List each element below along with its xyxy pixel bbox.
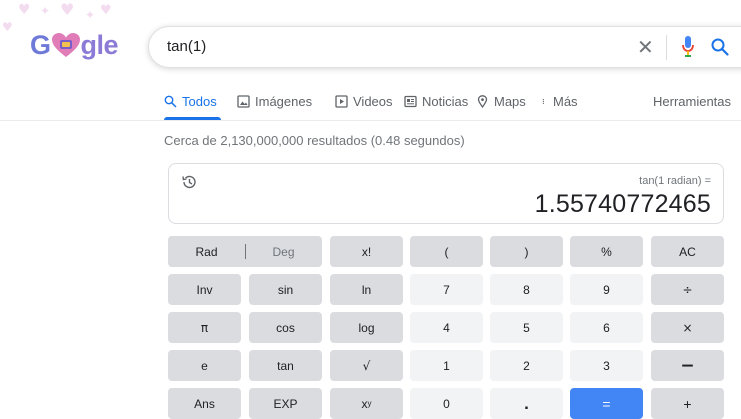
tab-imagenes[interactable]: Imágenes <box>237 94 312 109</box>
tab-mas[interactable]: Más <box>542 94 578 109</box>
five-key[interactable]: 5 <box>490 312 563 343</box>
divide-key[interactable]: ÷ <box>651 274 724 305</box>
power-exponent: y <box>367 399 372 408</box>
answer-key[interactable]: Ans <box>168 388 241 419</box>
right-paren-key[interactable]: ) <box>490 236 563 267</box>
cos-key[interactable]: cos <box>249 312 322 343</box>
tab-label: Más <box>553 94 578 109</box>
microphone-icon[interactable] <box>682 36 694 58</box>
search-icon[interactable] <box>710 37 730 57</box>
tools-button[interactable]: Herramientas <box>653 94 731 109</box>
minus-key[interactable]: − <box>651 350 724 381</box>
four-key[interactable]: 4 <box>410 312 483 343</box>
tab-noticias[interactable]: Noticias <box>404 94 468 109</box>
factorial-key[interactable]: x! <box>330 236 403 267</box>
log-key[interactable]: log <box>330 312 403 343</box>
location-pin-icon <box>477 95 488 108</box>
news-icon <box>404 95 417 108</box>
sqrt-key[interactable]: √ <box>330 350 403 381</box>
result-stats: Cerca de 2,130,000,000 resultados (0.48 … <box>164 133 465 148</box>
three-key[interactable]: 3 <box>570 350 643 381</box>
inverse-key[interactable]: Inv <box>168 274 241 305</box>
heart-decoration-icon: ♥ <box>2 20 13 34</box>
left-paren-key[interactable]: ( <box>410 236 483 267</box>
exp-key[interactable]: EXP <box>249 388 322 419</box>
search-input[interactable]: tan(1) <box>167 38 206 55</box>
calculator-display: tan(1 radian) = 1.55740772465 <box>168 163 724 224</box>
heart-decoration-icon: ♥ <box>18 2 31 18</box>
sparkle-decoration-icon: ✦ <box>85 8 96 22</box>
tab-label: Todos <box>182 94 217 109</box>
deg-button[interactable]: Deg <box>245 236 322 267</box>
seven-key[interactable]: 7 <box>410 274 483 305</box>
multiply-key[interactable]: × <box>651 312 724 343</box>
e-key[interactable]: e <box>168 350 241 381</box>
calculator-expression: tan(1 radian) = <box>639 175 711 187</box>
calculator-result: 1.55740772465 <box>534 190 711 218</box>
power-key[interactable]: xy <box>330 388 403 419</box>
tab-label: Maps <box>494 94 526 109</box>
equals-key[interactable]: = <box>570 388 643 419</box>
google-doodle-logo[interactable]: ♥ ✦ ♥ ✦ ♥ ♥ G gle <box>0 0 130 80</box>
tab-label: Imágenes <box>255 94 313 109</box>
one-key[interactable]: 1 <box>410 350 483 381</box>
image-icon <box>237 95 250 108</box>
search-divider <box>666 35 667 60</box>
tab-todos[interactable]: Todos <box>164 94 217 109</box>
more-vert-icon <box>542 99 544 104</box>
logo-wordmark: G gle <box>30 30 119 60</box>
sin-key[interactable]: sin <box>249 274 322 305</box>
video-icon <box>335 95 348 108</box>
heart-doodle-icon <box>51 33 80 57</box>
angle-mode-toggle[interactable]: Rad Deg <box>168 236 322 267</box>
ln-key[interactable]: ln <box>330 274 403 305</box>
tab-videos[interactable]: Videos <box>335 94 393 109</box>
zero-key[interactable]: 0 <box>410 388 483 419</box>
nine-key[interactable]: 9 <box>570 274 643 305</box>
search-box[interactable]: tan(1) ✕ <box>148 26 741 68</box>
pi-key[interactable]: π <box>168 312 241 343</box>
tab-label: Noticias <box>422 94 469 109</box>
search-tabs: Todos Imágenes Videos Noticias Maps Más … <box>164 94 741 116</box>
heart-decoration-icon: ♥ <box>100 3 112 18</box>
eight-key[interactable]: 8 <box>490 274 563 305</box>
percent-key[interactable]: % <box>570 236 643 267</box>
plus-key[interactable]: + <box>651 388 724 419</box>
tabs-divider <box>0 120 741 121</box>
history-icon[interactable] <box>181 174 197 190</box>
tan-key[interactable]: tan <box>249 350 322 381</box>
tab-maps[interactable]: Maps <box>476 94 526 109</box>
rad-button[interactable]: Rad <box>168 236 245 267</box>
sparkle-decoration-icon: ✦ <box>40 4 51 18</box>
clear-search-icon[interactable]: ✕ <box>637 35 654 59</box>
all-clear-key[interactable]: AC <box>651 236 724 267</box>
two-key[interactable]: 2 <box>490 350 563 381</box>
search-icon <box>164 95 177 108</box>
six-key[interactable]: 6 <box>570 312 643 343</box>
tab-label: Videos <box>353 94 393 109</box>
decimal-point-key[interactable]: . <box>490 388 563 419</box>
heart-decoration-icon: ♥ <box>60 0 75 19</box>
